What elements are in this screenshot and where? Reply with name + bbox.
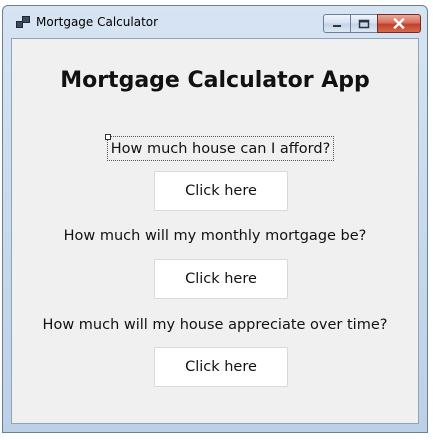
question-afford-label: How much house can I afford? [105, 134, 334, 161]
app-icon[interactable] [16, 16, 30, 28]
window-title: Mortgage Calculator [36, 15, 159, 29]
maximize-icon [358, 19, 370, 28]
selection-handle[interactable] [105, 134, 111, 140]
monthly-click-button[interactable]: Click here [154, 259, 288, 299]
client-area: Mortgage Calculator App How much house c… [11, 38, 419, 424]
question-monthly-label: How much will my monthly mortgage be? [63, 228, 367, 244]
question-afford-text: How much house can I afford? [110, 140, 331, 157]
close-button[interactable] [377, 14, 421, 33]
appreciate-click-button[interactable]: Click here [154, 347, 288, 387]
title-bar[interactable]: Mortgage Calculator [3, 6, 427, 38]
question-appreciate-label: How much will my house appreciate over t… [42, 317, 388, 333]
maximize-button[interactable] [350, 14, 378, 33]
afford-click-button[interactable]: Click here [154, 171, 288, 211]
minimize-button[interactable] [323, 14, 351, 33]
close-icon [393, 18, 405, 29]
app-window: Mortgage Calculator Mortgage Calculator … [2, 5, 428, 433]
page-title: Mortgage Calculator App [60, 68, 370, 93]
minimize-icon [333, 24, 341, 27]
